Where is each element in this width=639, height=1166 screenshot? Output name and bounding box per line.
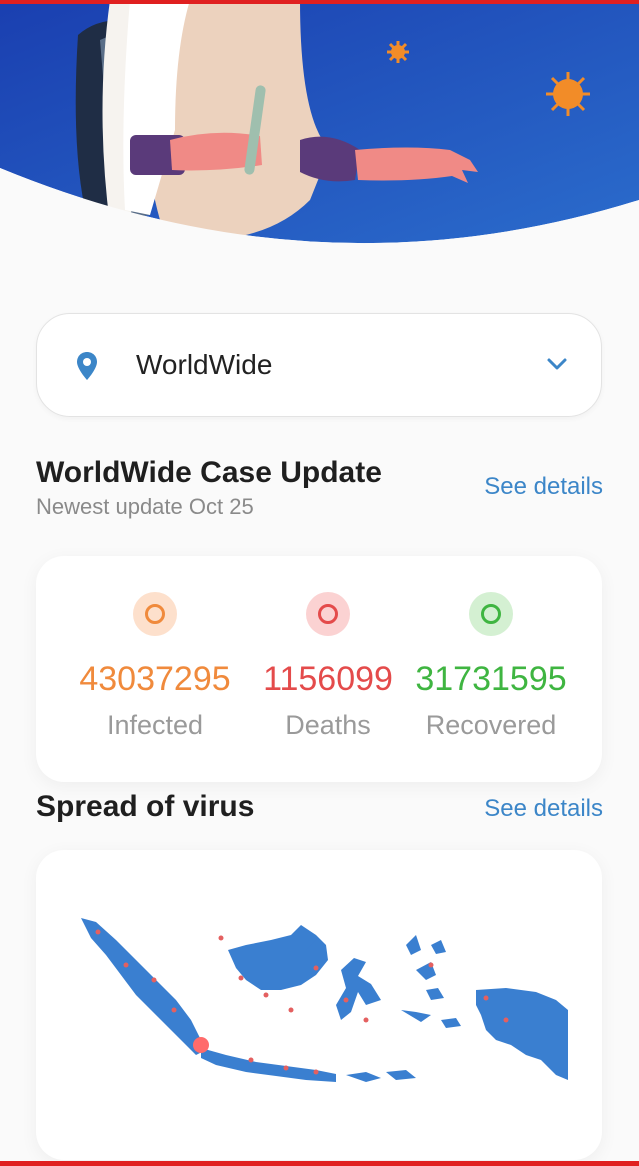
- chevron-down-icon[interactable]: [546, 356, 568, 372]
- stat-recovered: 31731595 Recovered: [397, 556, 585, 782]
- deaths-indicator-icon: [306, 592, 350, 636]
- case-update-subtitle: Newest update Oct 25: [36, 494, 254, 519]
- stats-card: 43037295 Infected 1156099 Deaths 3173159…: [36, 556, 602, 782]
- spread-title: Spread of virus: [36, 790, 255, 823]
- bottom-border: [0, 1161, 639, 1166]
- case-update-title: WorldWide Case Update: [36, 456, 382, 489]
- deaths-label: Deaths: [285, 710, 371, 740]
- deaths-count: 1156099: [263, 660, 393, 698]
- location-pin-icon: [77, 352, 97, 380]
- indonesia-map: [81, 918, 568, 1082]
- infected-count: 43037295: [79, 660, 231, 698]
- top-border: [0, 0, 639, 4]
- case-update-see-details-link[interactable]: See details: [484, 473, 603, 501]
- infected-label: Infected: [106, 710, 204, 740]
- stat-deaths: 1156099 Deaths: [234, 556, 422, 782]
- hero-illustration: [0, 0, 639, 250]
- recovered-indicator-icon: [469, 592, 513, 636]
- stat-infected: 43037295 Infected: [61, 556, 249, 782]
- spread-see-details-link[interactable]: See details: [484, 795, 603, 823]
- infected-indicator-icon: [133, 592, 177, 636]
- location-selected-value: WorldWide: [136, 349, 273, 380]
- recovered-label: Recovered: [425, 710, 557, 740]
- location-dropdown[interactable]: [36, 313, 602, 417]
- spread-map-card[interactable]: [36, 850, 602, 1160]
- recovered-count: 31731595: [415, 660, 567, 698]
